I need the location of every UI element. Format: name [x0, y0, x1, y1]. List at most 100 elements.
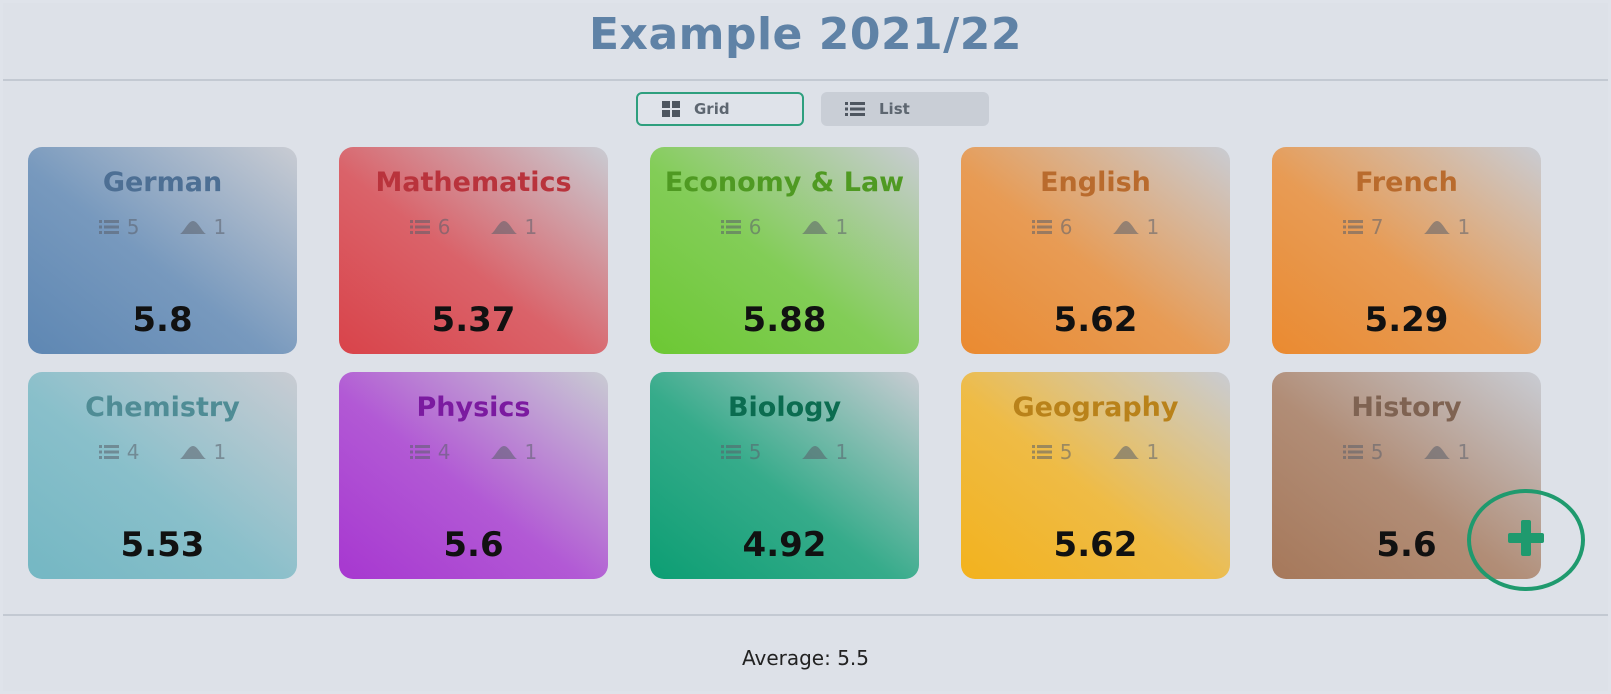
list-icon — [98, 445, 119, 459]
exam-count-value: 6 — [1059, 215, 1073, 239]
weight-count: 1 — [490, 215, 538, 239]
subject-tile[interactable]: French 7 1 5.29 — [1272, 147, 1541, 354]
grid-view-button[interactable]: Grid — [636, 92, 804, 126]
weight-count-value: 1 — [1146, 215, 1160, 239]
exam-count: 4 — [98, 440, 140, 464]
average-text: Average: 5.5 — [741, 646, 870, 670]
subject-stats: 41 — [339, 440, 608, 464]
subject-tile[interactable]: Physics 4 1 5.6 — [339, 372, 608, 579]
subject-tile[interactable]: Geography 5 1 5.62 — [961, 372, 1230, 579]
weight-count: 1 — [801, 215, 849, 239]
weight-count-value: 1 — [1457, 215, 1471, 239]
exam-count: 5 — [720, 440, 762, 464]
weight-count-value: 1 — [524, 215, 538, 239]
subject-name: Mathematics — [375, 167, 572, 198]
subject-stats: 51 — [961, 440, 1230, 464]
mound-icon — [179, 445, 206, 459]
weight-count-value: 1 — [835, 215, 849, 239]
grid-icon — [662, 101, 680, 117]
plus-icon — [1506, 518, 1546, 562]
subject-grade: 5.62 — [1053, 525, 1138, 565]
weight-count: 1 — [1423, 440, 1471, 464]
mound-icon — [490, 445, 517, 459]
subject-stats: 51 — [650, 440, 919, 464]
subject-name: Physics — [416, 392, 531, 423]
weight-count: 1 — [1112, 440, 1160, 464]
weight-count: 1 — [801, 440, 848, 464]
mound-icon — [801, 445, 828, 459]
subject-name: History — [1351, 392, 1462, 423]
subject-tile[interactable]: German 5 1 5.8 — [28, 147, 297, 354]
exam-count-value: 6 — [748, 215, 762, 239]
subject-tile[interactable]: Chemistry 4 1 5.53 — [28, 372, 297, 579]
app-frame: Example 2021/22 Grid List German 5 1 5.8 Mat… — [3, 3, 1608, 691]
exam-count-value: 5 — [748, 440, 762, 464]
subject-name: Chemistry — [85, 392, 240, 423]
page-title: Example 2021/22 — [589, 9, 1022, 60]
exam-count: 5 — [98, 215, 140, 239]
subject-stats: 61 — [650, 215, 919, 239]
exam-count-value: 4 — [437, 440, 451, 464]
exam-count: 5 — [1031, 440, 1073, 464]
subject-grade: 5.6 — [443, 525, 504, 565]
subject-stats: 61 — [339, 215, 608, 239]
list-icon — [1031, 220, 1052, 234]
subject-grade: 5.62 — [1053, 300, 1138, 340]
subject-stats: 61 — [961, 215, 1230, 239]
weight-count-value: 1 — [1146, 440, 1160, 464]
subject-name: German — [102, 167, 223, 198]
exam-count-value: 6 — [437, 215, 451, 239]
weight-count: 1 — [179, 440, 226, 464]
subject-grade: 5.37 — [431, 300, 516, 340]
exam-count: 7 — [1342, 215, 1384, 239]
weight-count: 1 — [1112, 215, 1160, 239]
weight-count: 1 — [179, 215, 227, 239]
exam-count-value: 5 — [1059, 440, 1073, 464]
weight-count: 1 — [490, 440, 538, 464]
exam-count: 6 — [409, 215, 451, 239]
list-icon — [720, 220, 741, 234]
subject-stats: 71 — [1272, 215, 1541, 239]
exam-count: 5 — [1342, 440, 1384, 464]
mound-icon — [1423, 445, 1450, 459]
weight-count-value: 1 — [524, 440, 538, 464]
subject-grade: 4.92 — [742, 525, 827, 565]
weight-count-value: 1 — [213, 215, 227, 239]
subject-stats: 51 — [1272, 440, 1541, 464]
list-icon — [1342, 445, 1363, 459]
subject-tile[interactable]: Mathematics 6 1 5.37 — [339, 147, 608, 354]
list-icon — [1031, 445, 1052, 459]
weight-count-value: 1 — [1457, 440, 1471, 464]
exam-count-value: 5 — [1370, 440, 1384, 464]
subject-name: Geography — [1012, 392, 1179, 423]
list-view-button[interactable]: List — [821, 92, 989, 126]
mound-icon — [179, 220, 206, 234]
subject-stats: 51 — [28, 215, 297, 239]
mound-icon — [1112, 445, 1139, 459]
mound-icon — [490, 220, 517, 234]
mound-icon — [1112, 220, 1139, 234]
list-icon — [409, 220, 430, 234]
subject-stats: 41 — [28, 440, 297, 464]
header-divider — [3, 79, 1608, 81]
subject-name: English — [1040, 167, 1151, 198]
subject-tile[interactable]: Economy & Law 6 1 5.88 — [650, 147, 919, 354]
exam-count: 4 — [409, 440, 451, 464]
exam-count-value: 4 — [126, 440, 140, 464]
subject-name: French — [1355, 167, 1458, 198]
mound-icon — [1423, 220, 1450, 234]
weight-count: 1 — [1423, 215, 1471, 239]
add-subject-button[interactable] — [1467, 489, 1585, 591]
subject-tile[interactable]: English 6 1 5.62 — [961, 147, 1230, 354]
list-icon — [409, 445, 430, 459]
subject-grade: 5.29 — [1364, 300, 1449, 340]
subject-grade: 5.8 — [132, 300, 193, 340]
subject-name: Biology — [727, 392, 842, 423]
grid-view-label: Grid — [694, 100, 730, 118]
subject-name: Economy & Law — [664, 167, 905, 198]
exam-count-value: 5 — [126, 215, 140, 239]
footer-divider — [3, 614, 1608, 616]
exam-count: 6 — [1031, 215, 1073, 239]
subject-tile[interactable]: Biology 5 1 4.92 — [650, 372, 919, 579]
list-icon — [845, 102, 865, 116]
